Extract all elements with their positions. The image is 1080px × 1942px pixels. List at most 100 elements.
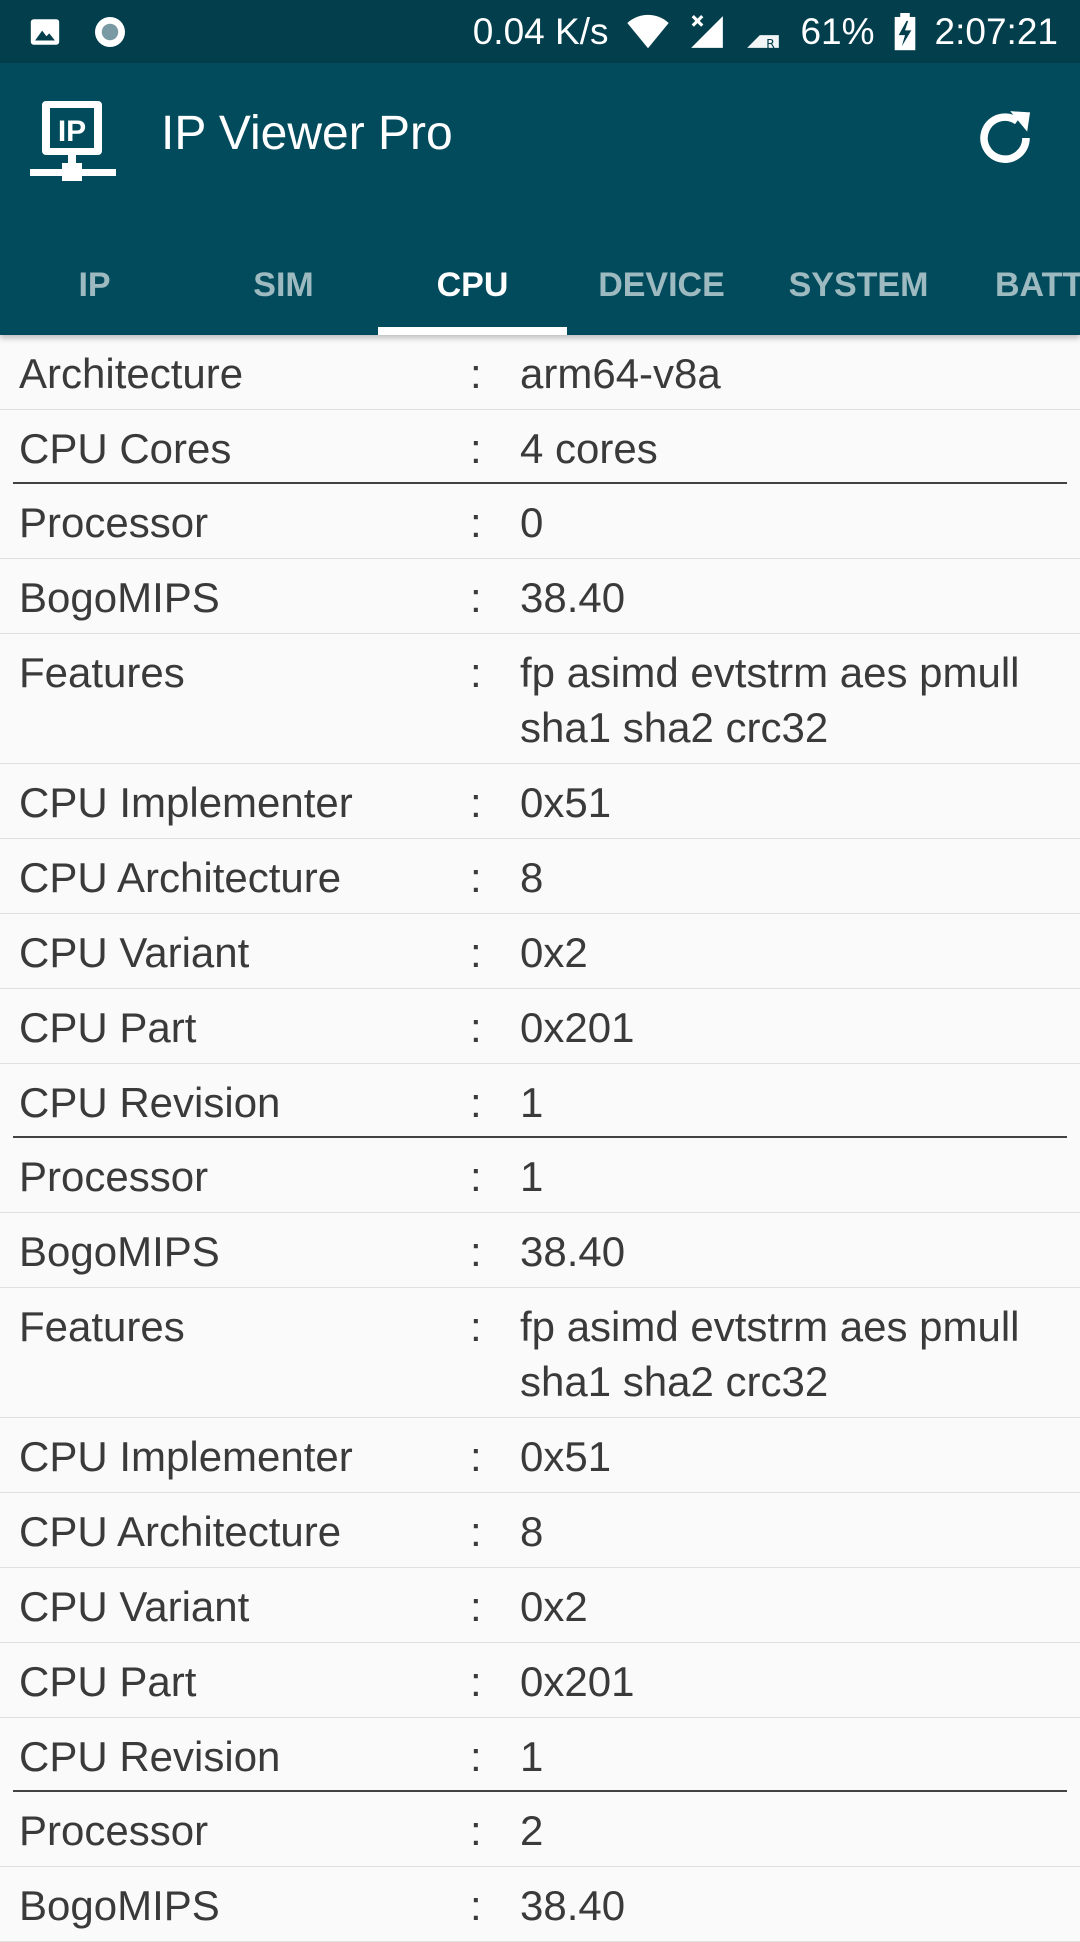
row-key: BogoMIPS xyxy=(19,574,220,621)
ip-monitor-logo-icon: IP xyxy=(30,101,116,181)
row-colon: : xyxy=(470,1882,482,1929)
logo-text: IP xyxy=(58,115,86,148)
tab-system[interactable]: SYSTEM xyxy=(756,235,961,335)
info-row-cpu-cores: CPU Cores:4 cores xyxy=(0,410,1080,484)
row-value: 38.40 xyxy=(520,574,626,621)
info-row-features: Features: fp asimd evtstrm aes pmull sha1… xyxy=(0,634,1080,764)
row-key: CPU Part xyxy=(19,1658,197,1705)
row-colon: : xyxy=(470,854,482,901)
tab-battery[interactable]: BATT xyxy=(961,235,1080,335)
row-colon: : xyxy=(470,1079,482,1126)
row-key: Features xyxy=(19,1303,185,1350)
row-key: CPU Part xyxy=(19,1004,197,1051)
info-row-processor: Processor:2 xyxy=(0,1792,1080,1867)
row-value: fp asimd evtstrm aes pmull sha1 sha2 crc… xyxy=(520,1303,1020,1405)
battery-charging-icon xyxy=(894,12,915,50)
info-row-cpu-architecture: CPU Architecture:8 xyxy=(0,1493,1080,1568)
tab-bar: IP SIM CPU DEVICE SYSTEM BATT xyxy=(0,235,1080,335)
row-colon: : xyxy=(470,1004,482,1051)
info-row-cpu-part: CPU Part:0x201 xyxy=(0,989,1080,1064)
row-value: 0x51 xyxy=(520,1433,612,1480)
row-value: 4 cores xyxy=(520,425,658,472)
tab-ip[interactable]: IP xyxy=(0,235,189,335)
row-key: Processor xyxy=(19,1807,209,1854)
row-colon: : xyxy=(470,649,482,696)
net-speed: 0.04 K/s xyxy=(472,10,609,52)
row-key: CPU Cores xyxy=(19,425,232,472)
row-value: 0 xyxy=(520,499,544,546)
row-key: CPU Revision xyxy=(19,1079,281,1126)
row-colon: : xyxy=(470,929,482,976)
tab-sim[interactable]: SIM xyxy=(189,235,378,335)
row-value: 1 xyxy=(520,1079,544,1126)
info-row-cpu-architecture: CPU Architecture:8 xyxy=(0,839,1080,914)
row-key: CPU Architecture xyxy=(19,854,342,901)
row-colon: : xyxy=(470,1303,482,1350)
row-value: 0x2 xyxy=(520,1583,588,1630)
row-colon: : xyxy=(470,1807,482,1854)
row-value: 1 xyxy=(520,1733,544,1780)
no-signal-icon xyxy=(691,14,724,48)
row-value: 8 xyxy=(520,1508,544,1555)
row-colon: : xyxy=(470,1433,482,1480)
info-row-cpu-implementer: CPU Implementer:0x51 xyxy=(0,764,1080,839)
row-colon: : xyxy=(470,1228,482,1275)
status-bar: 0.04 K/s R 61% 2:07:21 xyxy=(0,0,1080,63)
row-key: Processor xyxy=(19,499,209,546)
cpu-info-list: Architecture: arm64-v8a CPU Cores:4 cores… xyxy=(0,335,1080,1942)
row-key: CPU Revision xyxy=(19,1733,281,1780)
row-colon: : xyxy=(470,574,482,621)
row-key: CPU Variant xyxy=(19,1583,250,1630)
row-colon: : xyxy=(470,1658,482,1705)
row-key: CPU Architecture xyxy=(19,1508,342,1555)
row-key: CPU Variant xyxy=(19,929,250,976)
row-key: CPU Implementer xyxy=(19,779,353,826)
refresh-icon[interactable] xyxy=(970,103,1040,173)
status-bar-system: 0.04 K/s R 61% 2:07:21 xyxy=(455,11,1058,53)
row-value: 8 xyxy=(520,854,544,901)
row-key: CPU Implementer xyxy=(19,1433,353,1480)
row-colon: : xyxy=(470,1583,482,1630)
roaming-signal-icon: R xyxy=(747,15,780,50)
clock: 2:07:21 xyxy=(934,10,1058,52)
row-colon: : xyxy=(470,1508,482,1555)
row-key: BogoMIPS xyxy=(19,1228,220,1275)
active-tab-indicator xyxy=(378,327,567,335)
app-bar: IP IP Viewer Pro IP SIM CPU DEVICE SYSTE… xyxy=(0,63,1080,335)
row-value: 1 xyxy=(520,1153,544,1200)
row-colon: : xyxy=(470,499,482,546)
row-key: BogoMIPS xyxy=(19,1882,220,1929)
info-row-cpu-variant: CPU Variant:0x2 xyxy=(0,914,1080,989)
tab-device[interactable]: DEVICE xyxy=(567,235,756,335)
battery-percent: 61% xyxy=(800,10,875,52)
info-row-cpu-revision: CPU Revision:1 xyxy=(0,1064,1080,1138)
status-bar-notifications xyxy=(28,14,158,50)
row-key: Processor xyxy=(19,1153,209,1200)
wifi-icon xyxy=(627,14,670,48)
row-colon: : xyxy=(470,425,482,472)
row-colon: : xyxy=(470,1153,482,1200)
info-row-bogomips: BogoMIPS:38.40 xyxy=(0,559,1080,634)
tab-cpu[interactable]: CPU xyxy=(378,235,567,335)
row-value: 38.40 xyxy=(520,1228,626,1275)
row-value: 0x2 xyxy=(520,929,588,976)
svg-text:R: R xyxy=(767,35,776,50)
info-row-architecture: Architecture: arm64-v8a xyxy=(0,335,1080,410)
info-row-cpu-implementer: CPU Implementer:0x51 xyxy=(0,1418,1080,1493)
row-key: Features xyxy=(19,649,185,696)
info-row-bogomips: BogoMIPS:38.40 xyxy=(0,1867,1080,1942)
row-value: 38.40 xyxy=(520,1882,626,1929)
app-title: IP Viewer Pro xyxy=(161,107,453,160)
info-row-cpu-variant: CPU Variant:0x2 xyxy=(0,1568,1080,1643)
record-icon xyxy=(95,16,125,47)
row-value: arm64-v8a xyxy=(520,350,721,397)
info-row-cpu-part: CPU Part:0x201 xyxy=(0,1643,1080,1718)
info-row-processor: Processor:0 xyxy=(0,484,1080,559)
info-row-bogomips: BogoMIPS:38.40 xyxy=(0,1213,1080,1288)
info-row-features: Features: fp asimd evtstrm aes pmull sha1… xyxy=(0,1288,1080,1418)
row-value: 2 xyxy=(520,1807,544,1854)
row-colon: : xyxy=(470,779,482,826)
row-value: 0x201 xyxy=(520,1004,635,1051)
image-icon xyxy=(30,18,60,45)
row-value: 0x51 xyxy=(520,779,612,826)
